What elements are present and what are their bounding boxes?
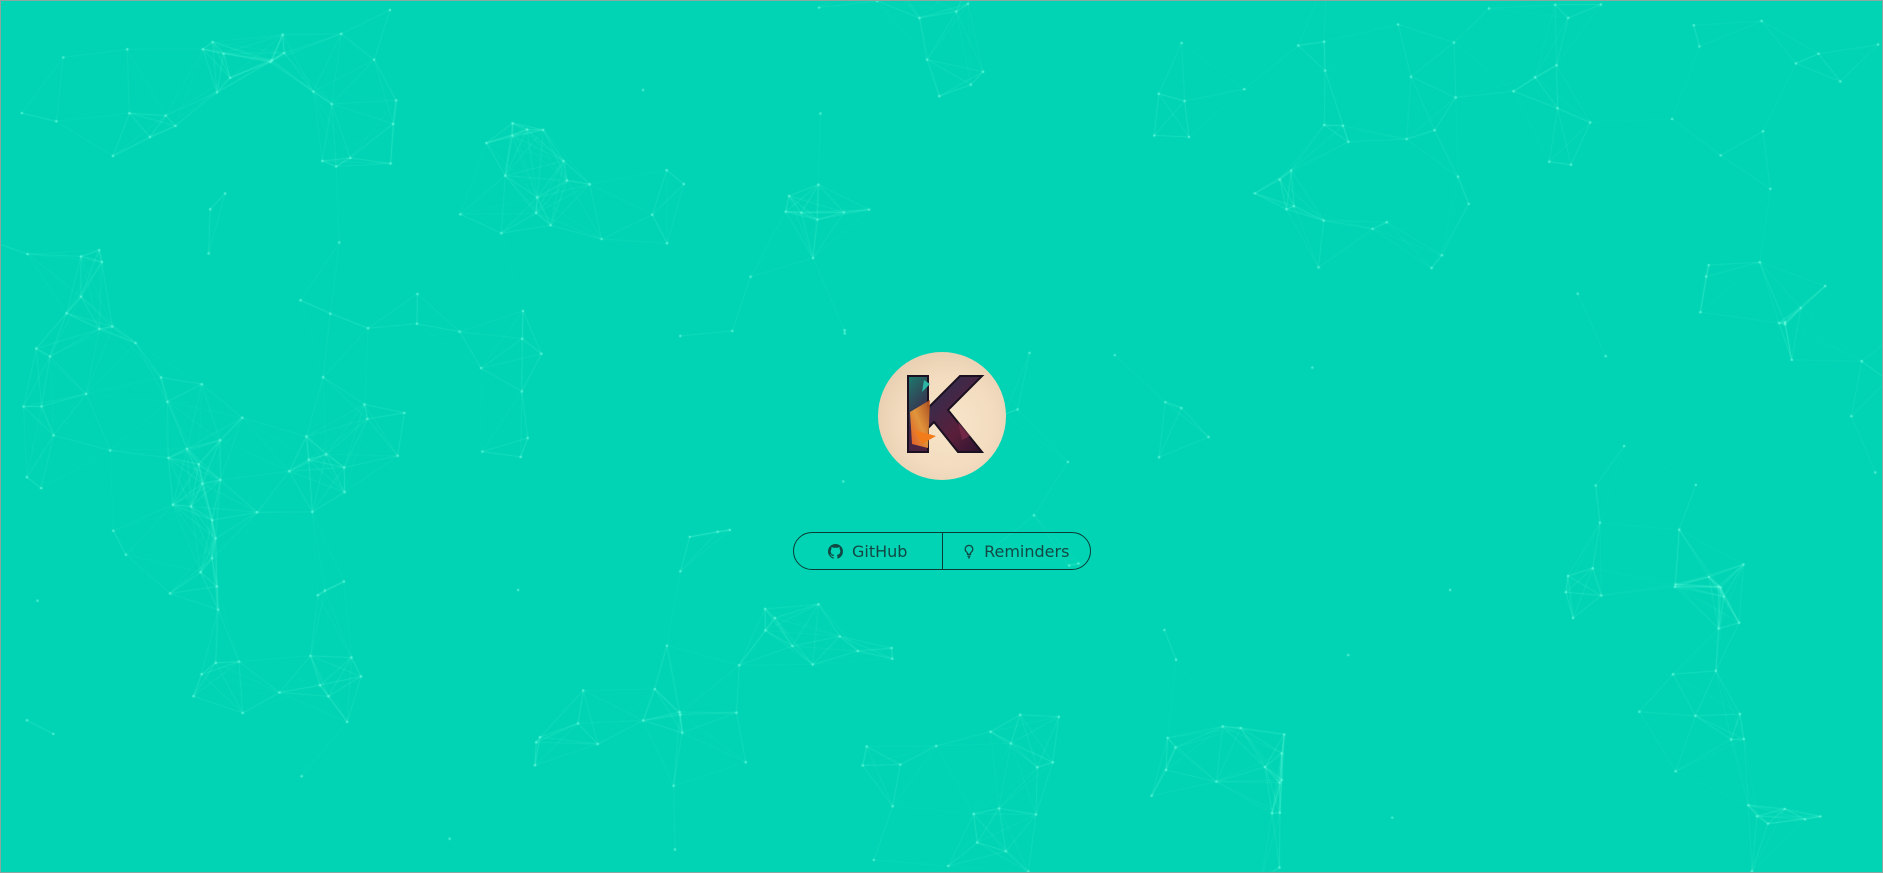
github-icon — [828, 543, 844, 559]
reminders-button-label: Reminders — [984, 541, 1070, 561]
reminders-button[interactable]: Reminders — [941, 533, 1091, 569]
avatar-logo — [878, 352, 1006, 480]
k-letter-logo — [907, 375, 985, 453]
link-button-group: GitHub Reminders — [793, 532, 1091, 570]
lightbulb-icon — [963, 544, 975, 559]
github-button[interactable]: GitHub — [794, 533, 942, 569]
github-button-label: GitHub — [852, 541, 908, 561]
